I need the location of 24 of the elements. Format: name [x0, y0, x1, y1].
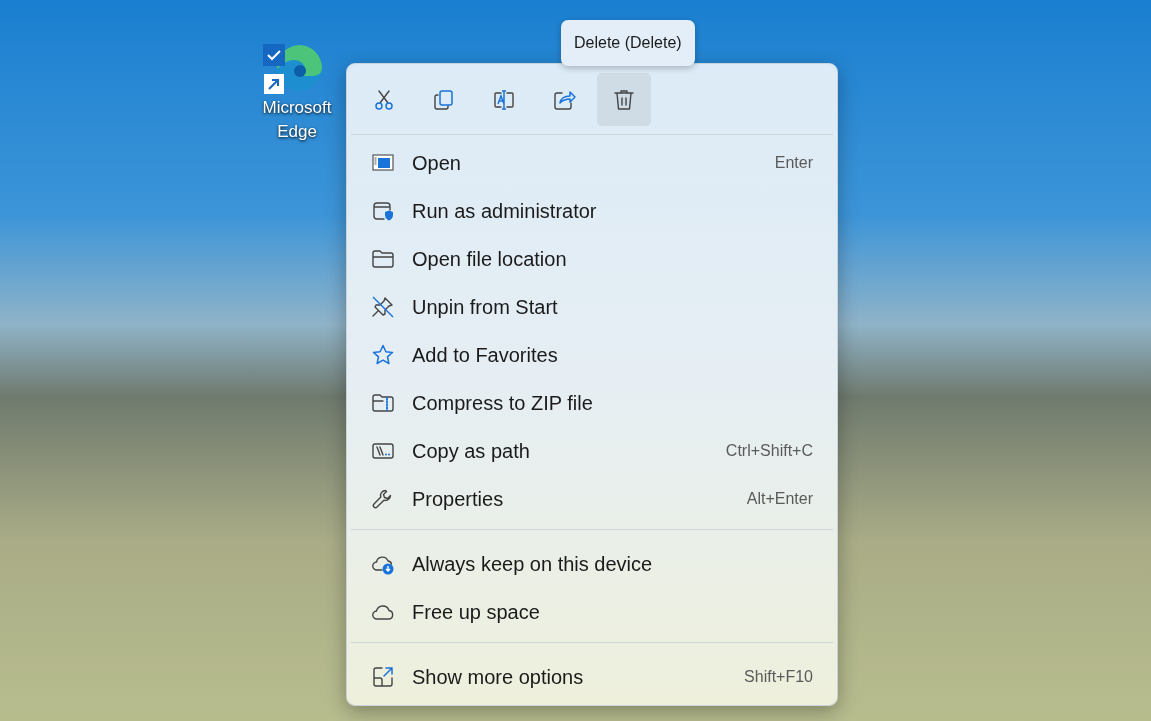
trash-icon	[612, 87, 636, 112]
rename-icon	[492, 87, 516, 112]
menu-item[interactable]: Open Enter	[351, 139, 833, 187]
menu-item[interactable]: Compress to ZIP file	[351, 379, 833, 427]
tooltip: Delete (Delete)	[561, 20, 695, 66]
folder-icon	[371, 247, 395, 271]
menu-item[interactable]: Add to Favorites	[351, 331, 833, 379]
menu-item[interactable]: Properties Alt+Enter	[351, 475, 833, 523]
unpin-icon	[371, 295, 395, 319]
expand-icon	[371, 665, 395, 689]
window-shield-icon	[371, 199, 395, 223]
zip-folder-icon	[371, 391, 395, 415]
trash-button[interactable]	[597, 73, 651, 126]
menu-item[interactable]: Unpin from Start	[351, 283, 833, 331]
menu-item[interactable]: Show more options Shift+F10	[351, 653, 833, 701]
checkbox[interactable]	[263, 44, 285, 66]
menu-item[interactable]: Open file location	[351, 235, 833, 283]
menu-item[interactable]: Free up space	[351, 588, 833, 636]
menu-item[interactable]: Always keep on this device	[351, 540, 833, 588]
star-icon	[371, 343, 395, 367]
menu-item[interactable]: Run as administrator	[351, 187, 833, 235]
desktop-icon-label[interactable]: Microsoft Edge	[257, 96, 337, 144]
copy-icon	[432, 87, 456, 112]
menu-item[interactable]: Copy as path Ctrl+Shift+C	[351, 427, 833, 475]
